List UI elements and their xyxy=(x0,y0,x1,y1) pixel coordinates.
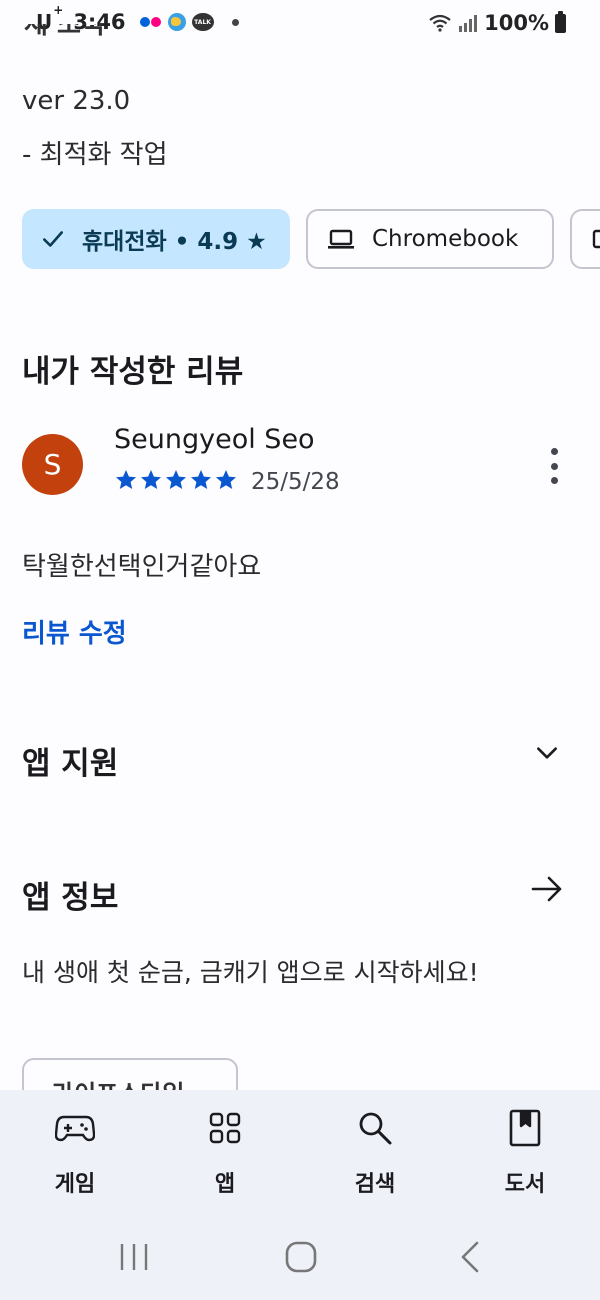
talk-notification-icon: TALK xyxy=(191,13,214,31)
chevron-down-icon[interactable] xyxy=(534,740,560,766)
home-icon[interactable] xyxy=(284,1240,318,1274)
back-icon[interactable] xyxy=(458,1240,482,1274)
star-icon xyxy=(141,470,161,489)
nav-games-label: 게임 xyxy=(54,1172,96,1197)
status-bar-right: 100% xyxy=(428,10,566,35)
nav-books[interactable]: 도서 xyxy=(450,1090,600,1216)
chip-chromebook[interactable]: Chromebook xyxy=(306,209,554,269)
whats-new-title: 새 소식 xyxy=(24,24,105,40)
battery-percent: 100% xyxy=(484,11,549,35)
globe-notification-icon xyxy=(167,13,186,31)
app-support-title[interactable]: 앱 지원 xyxy=(22,738,118,783)
book-icon xyxy=(509,1109,541,1147)
laptop-icon xyxy=(328,229,354,249)
arrow-right-icon[interactable] xyxy=(530,874,564,904)
tablet-icon xyxy=(592,229,600,249)
nav-books-label: 도서 xyxy=(504,1172,546,1197)
star-icon xyxy=(166,470,186,489)
review-text: 탁월한선택인거같아요 xyxy=(22,552,262,582)
chip-phone-label: 휴대전화 • 4.9 ★ xyxy=(82,229,267,255)
device-filter-chips: 휴대전화 • 4.9 ★ Chromebook xyxy=(22,209,600,269)
chip-tablet[interactable] xyxy=(570,209,600,269)
flickr-notification-icon xyxy=(139,16,162,28)
chip-phone[interactable]: 휴대전화 • 4.9 ★ xyxy=(22,209,290,269)
recent-apps-icon[interactable] xyxy=(118,1242,150,1272)
nav-search[interactable]: 검색 xyxy=(300,1090,450,1216)
app-description: 내 생애 첫 순금, 금캐기 앱으로 시작하세요! xyxy=(22,958,479,987)
avatar: S xyxy=(22,434,83,495)
changelog-text: - 최적화 작업 xyxy=(22,140,168,170)
nav-apps[interactable]: 앱 xyxy=(150,1090,300,1216)
nav-search-label: 검색 xyxy=(354,1172,396,1197)
notification-icons: TALK xyxy=(139,13,239,31)
app-info-title[interactable]: 앱 정보 xyxy=(22,872,118,917)
my-review-title: 내가 작성한 리뷰 xyxy=(22,354,244,390)
nav-games[interactable]: 게임 xyxy=(0,1090,150,1216)
check-icon xyxy=(43,231,63,247)
apps-grid-icon xyxy=(209,1112,241,1144)
edit-review-link[interactable]: 리뷰 수정 xyxy=(22,613,127,650)
star-rating xyxy=(114,468,238,492)
review-date: 25/5/28 xyxy=(251,469,340,495)
star-icon xyxy=(191,470,211,489)
more-options-icon[interactable] xyxy=(542,448,566,484)
version-text: ver 23.0 xyxy=(22,86,131,116)
search-icon xyxy=(359,1112,392,1145)
bottom-navigation: 게임 앱 검색 도서 xyxy=(0,1090,600,1216)
more-notifications-dot-icon xyxy=(231,18,239,26)
gamepad-icon xyxy=(55,1115,95,1142)
nav-apps-label: 앱 xyxy=(214,1172,236,1197)
system-navigation-bar xyxy=(0,1216,600,1300)
star-icon xyxy=(216,470,236,489)
battery-icon xyxy=(555,10,566,33)
signal-icon xyxy=(459,15,478,32)
reviewer-name: Seungyeol Seo xyxy=(114,424,315,455)
star-icon xyxy=(116,470,136,489)
wifi-icon xyxy=(429,14,451,32)
chip-chromebook-label: Chromebook xyxy=(372,226,519,252)
